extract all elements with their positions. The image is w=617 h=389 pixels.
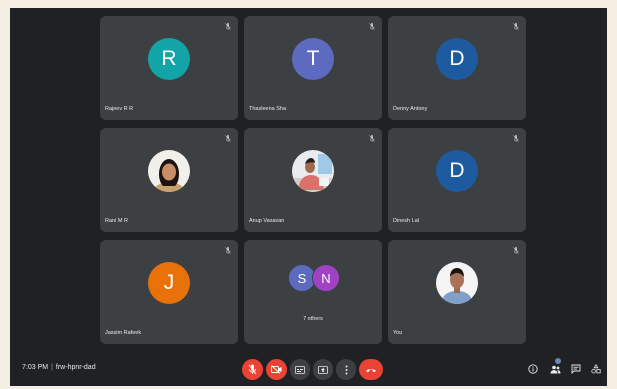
participant-tile-rajeev[interactable]: R Rajeev R R bbox=[100, 16, 238, 120]
avatar: D bbox=[436, 38, 478, 80]
mic-off-icon bbox=[513, 247, 519, 254]
mic-off-icon bbox=[248, 364, 257, 375]
meeting-details-button[interactable] bbox=[526, 362, 540, 376]
meeting-time: 7:03 PM bbox=[22, 364, 49, 371]
participant-tile-dinesh[interactable]: D Dinesh Lal bbox=[388, 128, 526, 232]
avatar: N bbox=[312, 264, 340, 292]
mic-off-icon bbox=[513, 23, 519, 30]
avatar-photo bbox=[436, 262, 478, 304]
participant-name: Dinesh Lal bbox=[393, 218, 419, 224]
others-tile[interactable]: S N 7 others bbox=[244, 240, 382, 344]
participant-name: Rani M R bbox=[105, 218, 128, 224]
people-icon bbox=[550, 365, 560, 373]
participant-tile-denny[interactable]: D Denny Antony bbox=[388, 16, 526, 120]
present-screen-icon bbox=[318, 365, 328, 374]
meeting-code: frw-hpnr-dad bbox=[55, 364, 96, 371]
meeting-info: 7:03 PM | frw-hpnr-dad bbox=[22, 364, 96, 371]
participant-tile-anup[interactable]: Anup Vasavan bbox=[244, 128, 382, 232]
more-options-button[interactable] bbox=[336, 359, 356, 380]
participant-name: Thasleena Sha bbox=[249, 106, 286, 112]
avatar: T bbox=[292, 38, 334, 80]
participant-name: Denny Antony bbox=[393, 106, 428, 112]
mic-off-icon bbox=[225, 23, 231, 30]
info-icon bbox=[528, 364, 538, 374]
meeting-toolbar: 7:03 PM | frw-hpnr-dad bbox=[10, 353, 607, 386]
avatar: J bbox=[148, 262, 190, 304]
activities-button[interactable] bbox=[589, 362, 603, 376]
avatar-photo bbox=[292, 150, 334, 192]
mic-off-icon bbox=[225, 135, 231, 142]
mic-off-icon bbox=[225, 247, 231, 254]
end-call-button[interactable] bbox=[359, 359, 383, 380]
mic-toggle-button[interactable] bbox=[242, 359, 263, 380]
activities-icon bbox=[591, 364, 601, 374]
chat-button[interactable] bbox=[569, 362, 583, 376]
others-count-label: 7 others bbox=[303, 316, 323, 322]
present-screen-button[interactable] bbox=[313, 359, 333, 380]
chat-icon bbox=[571, 364, 581, 374]
camera-toggle-button[interactable] bbox=[266, 359, 287, 380]
participant-tile-rani[interactable]: Rani M R bbox=[100, 128, 238, 232]
participant-name: Rajeev R R bbox=[105, 106, 134, 112]
avatar: R bbox=[148, 38, 190, 80]
participant-name: Jassim Rafeek bbox=[105, 330, 142, 336]
separator: | bbox=[51, 364, 53, 371]
participant-tile-jassim[interactable]: J Jassim Rafeek bbox=[100, 240, 238, 344]
mic-off-icon bbox=[369, 135, 375, 142]
captions-button[interactable] bbox=[290, 359, 310, 380]
more-vert-icon bbox=[345, 365, 347, 374]
mic-off-icon bbox=[513, 135, 519, 142]
camera-off-icon bbox=[271, 365, 282, 374]
people-button[interactable] bbox=[548, 362, 562, 376]
participant-name: Anup Vasavan bbox=[249, 218, 285, 224]
captions-icon bbox=[295, 365, 305, 374]
call-end-icon bbox=[366, 368, 376, 372]
participant-name: You bbox=[393, 330, 403, 336]
avatar: D bbox=[436, 150, 478, 192]
meeting-window: R Rajeev R R T Thasleena Sha D Denny Ant… bbox=[10, 8, 607, 386]
avatar-photo bbox=[148, 150, 190, 192]
participant-tile-you[interactable]: You bbox=[388, 240, 526, 344]
participant-tile-thasleena[interactable]: T Thasleena Sha bbox=[244, 16, 382, 120]
mic-off-icon bbox=[369, 23, 375, 30]
